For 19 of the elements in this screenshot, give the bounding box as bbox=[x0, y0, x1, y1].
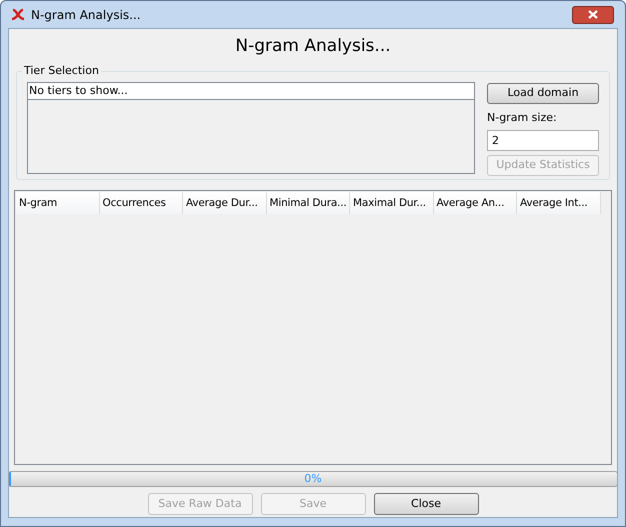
app-icon bbox=[10, 6, 26, 22]
dialog-heading: N-gram Analysis... bbox=[235, 35, 391, 58]
list-item[interactable]: No tiers to show... bbox=[28, 83, 474, 100]
column-header[interactable]: Minimal Dura... bbox=[266, 192, 350, 214]
column-header[interactable]: Occurrences bbox=[100, 192, 183, 214]
dialog-button[interactable]: Close bbox=[374, 493, 478, 515]
field-label: N-gram size: bbox=[487, 111, 558, 125]
close-button[interactable] bbox=[572, 6, 614, 24]
tier-list[interactable]: No tiers to show... bbox=[27, 82, 475, 174]
column-header[interactable]: Average Dur... bbox=[183, 192, 266, 214]
ngram-size-field[interactable]: 2 bbox=[487, 130, 599, 151]
column-header[interactable]: Maximal Dur... bbox=[350, 192, 434, 214]
column-header[interactable]: N-gram bbox=[16, 192, 100, 214]
column-header[interactable]: Average An... bbox=[434, 192, 517, 214]
window-title: N-gram Analysis... bbox=[31, 6, 142, 24]
close-icon bbox=[588, 10, 598, 19]
load-domain-button[interactable]: Load domain bbox=[487, 83, 599, 104]
progress-text: 0% bbox=[304, 472, 322, 486]
column-header[interactable]: Average Int... bbox=[517, 192, 600, 214]
